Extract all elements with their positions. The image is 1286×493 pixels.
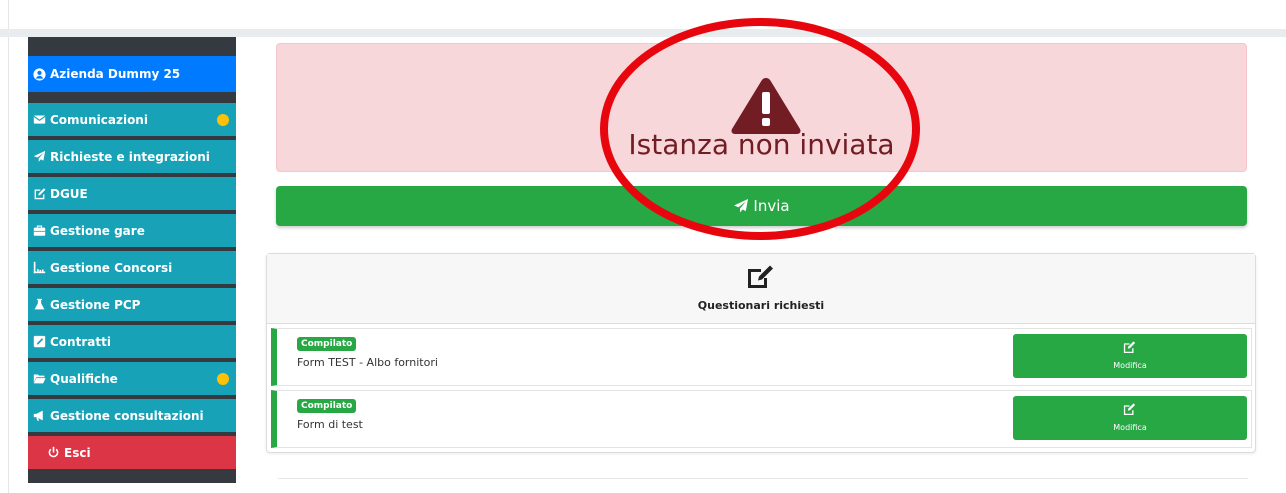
sidebar-item-label: Comunicazioni [50, 112, 148, 127]
sidebar-item-label: Gestione Concorsi [50, 260, 173, 275]
sidebar-item-richieste[interactable]: Richieste e integrazioni [28, 140, 236, 173]
sidebar-item-label: Richieste e integrazioni [50, 149, 210, 164]
form-name: Form TEST - Albo fornitori [297, 356, 438, 369]
sidebar-item-dgue[interactable]: DGUE [28, 177, 236, 210]
card-title: Questionari richiesti [697, 299, 825, 312]
top-bar [0, 29, 1286, 37]
sidebar-item-label: Gestione gare [50, 223, 145, 238]
edit-button-label: Modifica [1113, 361, 1147, 370]
list-item: Compilato Form di test Modifica [271, 390, 1252, 448]
alert-not-sent: Istanza non inviata [276, 43, 1247, 172]
sidebar-item-gestione-concorsi[interactable]: Gestione Concorsi [28, 251, 236, 284]
envelope-icon [32, 112, 47, 127]
edit-button[interactable]: Modifica [1013, 334, 1247, 378]
form-name: Form di test [297, 418, 363, 431]
status-badge: Compilato [297, 337, 357, 351]
sidebar-item-label: Gestione PCP [50, 297, 141, 312]
left-divider [8, 0, 9, 493]
sidebar-item-label: DGUE [50, 186, 88, 201]
exit-label: Esci [64, 445, 91, 460]
edit-button[interactable]: Modifica [1013, 396, 1247, 440]
sidebar-user-label: Azienda Dummy 25 [50, 67, 181, 81]
list-item: Compilato Form TEST - Albo fornitori Mod… [271, 328, 1252, 386]
user-circle-icon [32, 67, 47, 82]
sidebar-item-label: Gestione consultazioni [50, 408, 204, 423]
flask-icon [32, 297, 47, 312]
sidebar-item-label: Contratti [50, 334, 111, 349]
sidebar-item-gestione-pcp[interactable]: Gestione PCP [28, 288, 236, 321]
chart-icon [32, 260, 47, 275]
paper-plane-icon [32, 149, 47, 164]
edit-icon [748, 265, 773, 288]
questionnaires-card: Questionari richiesti Compilato Form TES… [266, 253, 1256, 453]
bullhorn-icon [32, 408, 47, 423]
card-header: Questionari richiesti [267, 254, 1255, 324]
send-button-label: Invia [753, 197, 790, 215]
edit-button-label: Modifica [1113, 423, 1147, 432]
sidebar-item-contratti[interactable]: Contratti [28, 325, 236, 358]
briefcase-icon [32, 223, 47, 238]
paper-plane-icon [734, 199, 749, 213]
sidebar-item-qualifiche[interactable]: Qualifiche [28, 362, 236, 395]
sidebar-item-label: Qualifiche [50, 371, 118, 386]
send-button[interactable]: Invia [276, 186, 1247, 226]
sidebar-item-gestione-consultazioni[interactable]: Gestione consultazioni [28, 399, 236, 432]
edit-icon [1123, 341, 1136, 353]
alert-text: Istanza non inviata [628, 128, 895, 161]
notification-dot [217, 373, 229, 385]
warning-triangle-icon [731, 78, 801, 134]
exit-button[interactable]: Esci [28, 436, 236, 469]
edit-icon [32, 186, 47, 201]
sidebar-item-gestione-gare[interactable]: Gestione gare [28, 214, 236, 247]
edit-icon [1123, 403, 1136, 415]
power-icon [46, 445, 61, 460]
sidebar: Azienda Dummy 25 Comunicazioni Richieste… [28, 37, 236, 483]
pencil-square-icon [32, 334, 47, 349]
sidebar-item-comunicazioni[interactable]: Comunicazioni [28, 103, 236, 136]
notification-dot [217, 114, 229, 126]
sidebar-user[interactable]: Azienda Dummy 25 [28, 56, 236, 92]
status-badge: Compilato [297, 399, 357, 413]
folder-open-icon [32, 371, 47, 386]
bottom-divider [278, 478, 1248, 479]
